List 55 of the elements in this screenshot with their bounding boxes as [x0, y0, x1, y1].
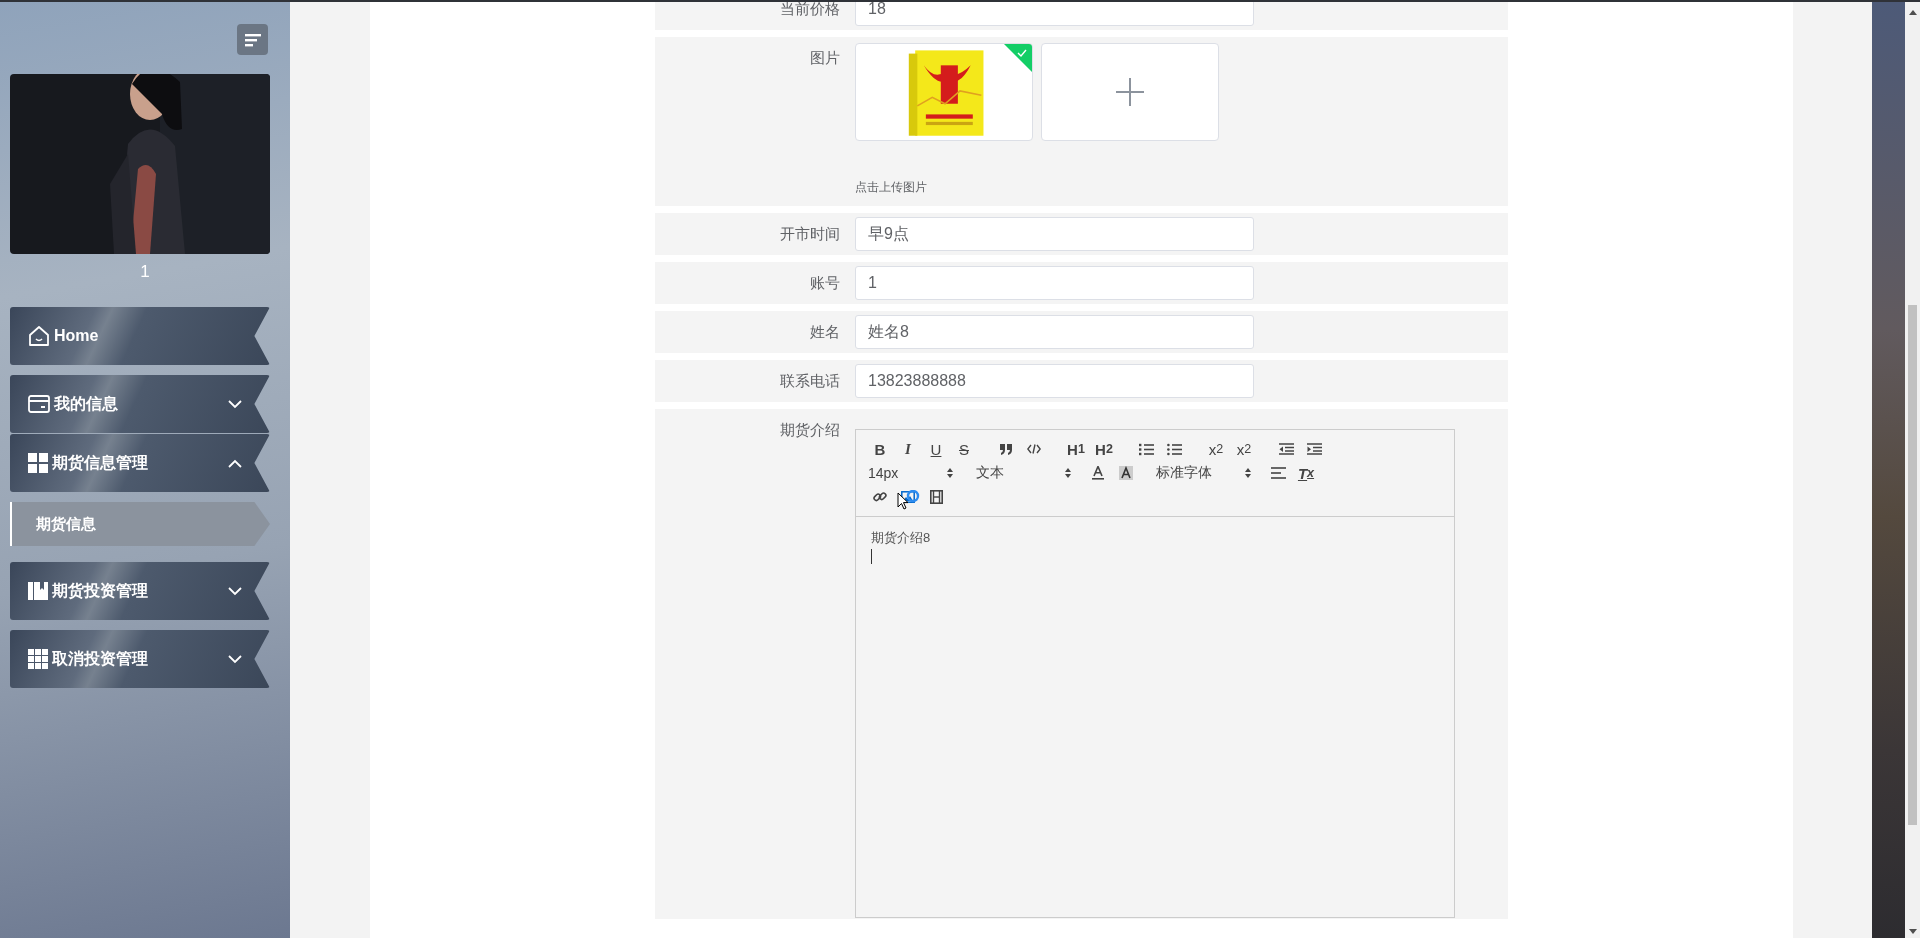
- input-field[interactable]: 早9点: [855, 217, 1254, 251]
- field-label: 开市时间: [779, 224, 841, 244]
- editor-text: 期货介绍8: [871, 529, 932, 547]
- menu-item[interactable]: Home: [10, 307, 270, 365]
- code-icon: [1027, 444, 1041, 454]
- indent-icon: [1306, 443, 1322, 455]
- menu-item[interactable]: 我的信息: [10, 375, 270, 433]
- text-caret: [871, 549, 872, 564]
- menu-icon: [244, 32, 261, 47]
- align-left-icon: [1270, 467, 1286, 479]
- apps-icon: [28, 649, 48, 669]
- scrollbar-thumb[interactable]: [1908, 305, 1917, 825]
- input-field[interactable]: 姓名8: [855, 315, 1254, 349]
- menu-item[interactable]: 取消投资管理: [10, 630, 270, 688]
- upload-hint: 点击上传图片: [855, 179, 928, 196]
- field-label: 图片: [809, 48, 841, 68]
- bullet-list-icon: [1166, 442, 1182, 456]
- scrollbar[interactable]: [1905, 2, 1920, 938]
- film-icon: [929, 490, 943, 504]
- quote-icon: [999, 443, 1013, 455]
- grid-icon: [28, 453, 48, 473]
- strike-button[interactable]: S: [950, 438, 978, 460]
- outdent-icon: [1278, 443, 1294, 455]
- format-dropdown[interactable]: 14px: [866, 462, 966, 484]
- sort-arrows-icon: [946, 467, 954, 479]
- image-thumbnail[interactable]: [855, 43, 1033, 141]
- highlight-icon: [1119, 466, 1133, 480]
- bold-button[interactable]: B: [866, 438, 894, 460]
- menu-item[interactable]: 期货投资管理: [10, 562, 270, 620]
- input-field[interactable]: 13823888888: [855, 364, 1254, 398]
- text-color-icon: [1092, 466, 1104, 480]
- field-label: 当前价格: [779, 2, 841, 19]
- field-label: 期货介绍: [779, 421, 841, 440]
- user-name: 1: [140, 262, 150, 282]
- card-icon: [28, 394, 50, 414]
- sort-arrows-icon: [1064, 467, 1072, 479]
- home-icon: [28, 325, 50, 347]
- menu-item[interactable]: 期货信息管理: [10, 434, 270, 492]
- input-field[interactable]: 18: [855, 2, 1254, 26]
- book-icon: [28, 581, 48, 601]
- format-dropdown[interactable]: 文本: [974, 462, 1084, 484]
- menu-toggle-button[interactable]: [237, 24, 268, 55]
- sort-arrows-icon: [1244, 467, 1252, 479]
- plus-icon: [1116, 78, 1144, 106]
- numbered-list-icon: [1138, 442, 1154, 456]
- link-icon: [873, 490, 887, 504]
- field-label: 账号: [809, 273, 841, 293]
- underline-button[interactable]: U: [922, 438, 950, 460]
- scroll-up-icon[interactable]: [1908, 10, 1917, 15]
- input-field[interactable]: 1: [855, 266, 1254, 300]
- scroll-down-icon[interactable]: [1908, 929, 1917, 934]
- format-dropdown[interactable]: 标准字体: [1154, 462, 1264, 484]
- field-label: 联系电话: [779, 371, 841, 391]
- field-label: 姓名: [809, 322, 841, 342]
- italic-button[interactable]: I: [894, 438, 922, 460]
